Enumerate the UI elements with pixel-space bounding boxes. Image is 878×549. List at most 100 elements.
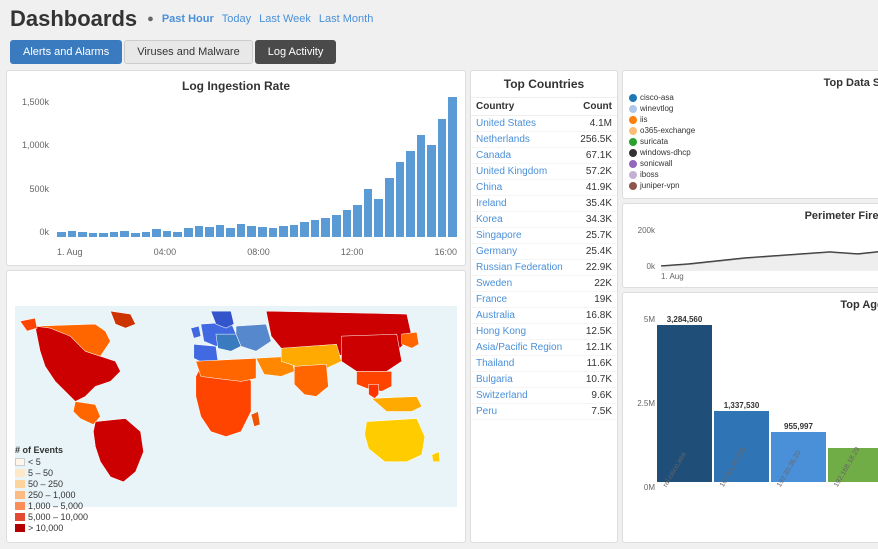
table-row: Hong Kong12.5K	[471, 324, 617, 340]
tab-alerts[interactable]: Alerts and Alarms	[10, 40, 122, 64]
country-name[interactable]: United Kingdom	[471, 164, 573, 180]
agents-y-axis: 5M 2.5M 0M	[629, 315, 655, 492]
country-name[interactable]: Asia/Pacific Region	[471, 340, 573, 356]
country-count: 10.7K	[573, 372, 617, 388]
ds-legend-item: sonicwall	[629, 159, 878, 168]
legend-item: 1,000 – 5,000	[15, 501, 88, 511]
country-name[interactable]: Thailand	[471, 356, 573, 372]
tab-bar: Alerts and Alarms Viruses and Malware Lo…	[0, 38, 878, 66]
log-bar	[332, 215, 341, 237]
country-count: 19K	[573, 292, 617, 308]
log-bar	[89, 233, 98, 237]
legend-title: # of Events	[15, 445, 88, 455]
country-name[interactable]: Singapore	[471, 228, 573, 244]
country-name[interactable]: Peru	[471, 404, 573, 420]
log-bar	[226, 228, 235, 237]
tab-viruses[interactable]: Viruses and Malware	[124, 40, 253, 64]
table-row: China41.9K	[471, 180, 617, 196]
country-count: 34.3K	[573, 212, 617, 228]
log-bar	[195, 226, 204, 237]
col-country: Country	[471, 98, 573, 116]
ds-legend-item: cisco-asa	[629, 93, 878, 102]
country-name[interactable]: Australia	[471, 308, 573, 324]
country-name[interactable]: Sweden	[471, 276, 573, 292]
log-bar	[247, 226, 256, 237]
legend-item: < 5	[15, 457, 88, 467]
country-name[interactable]: Ireland	[471, 196, 573, 212]
log-bar	[300, 222, 309, 237]
country-count: 22K	[573, 276, 617, 292]
ds-legend-item: o365-exchange	[629, 126, 878, 135]
log-bar	[78, 232, 87, 237]
table-row: United Kingdom57.2K	[471, 164, 617, 180]
table-row: Thailand11.6K	[471, 356, 617, 372]
tab-log-activity[interactable]: Log Activity	[255, 40, 337, 64]
log-bar	[396, 162, 405, 237]
agent-bar-group: 1,337,53010.354.46.235	[714, 315, 769, 492]
country-name[interactable]: France	[471, 292, 573, 308]
country-count: 25.4K	[573, 244, 617, 260]
log-bar	[57, 232, 66, 237]
ds-legend: cisco-asawinevtlogiiso365-exchangesurica…	[629, 93, 878, 192]
country-count: 25.7K	[573, 228, 617, 244]
agents-title: Top Agents	[629, 299, 878, 311]
log-bar	[311, 220, 320, 237]
legend-item: > 10,000	[15, 523, 88, 533]
table-row: Australia16.8K	[471, 308, 617, 324]
time-past-hour[interactable]: Past Hour	[162, 13, 214, 25]
country-count: 67.1K	[573, 148, 617, 164]
country-name[interactable]: Korea	[471, 212, 573, 228]
table-row: Bulgaria10.7K	[471, 372, 617, 388]
country-name[interactable]: China	[471, 180, 573, 196]
table-row: Russian Federation22.9K	[471, 260, 617, 276]
ds-legend-item: suricata	[629, 137, 878, 146]
ds-legend-item: iboss	[629, 170, 878, 179]
log-bar	[258, 227, 267, 237]
country-name[interactable]: Switzerland	[471, 388, 573, 404]
log-chart-title: Log Ingestion Rate	[15, 79, 457, 93]
log-bar	[142, 232, 151, 237]
country-name[interactable]: Netherlands	[471, 132, 573, 148]
agent-bar-group: 955,997192.30.35.20	[771, 315, 826, 492]
log-bar	[237, 224, 246, 237]
time-last-week[interactable]: Last Week	[259, 13, 311, 25]
country-name[interactable]: Hong Kong	[471, 324, 573, 340]
agent-value: 3,284,560	[667, 315, 703, 324]
log-bar	[152, 229, 161, 237]
log-bar	[448, 97, 457, 237]
firewall-title: Perimeter Firewall Traffic	[629, 210, 878, 222]
country-count: 35.4K	[573, 196, 617, 212]
country-name[interactable]: United States	[471, 116, 573, 132]
top-countries-col: Top Countries Country Count United State…	[470, 70, 618, 543]
log-bar	[321, 218, 330, 237]
country-count: 4.1M	[573, 116, 617, 132]
log-bar	[163, 231, 172, 237]
ds-legend-item: windows-dhcp	[629, 148, 878, 157]
time-last-month[interactable]: Last Month	[319, 13, 373, 25]
log-bar	[216, 225, 225, 237]
log-bar	[290, 225, 299, 237]
time-filter: ● Past Hour Today Last Week Last Month	[147, 13, 373, 25]
col-count: Count	[573, 98, 617, 116]
log-bar	[427, 145, 436, 237]
country-name[interactable]: Canada	[471, 148, 573, 164]
data-sources-panel: Top Data Sources cisco-asawinevtlogiiso3…	[622, 70, 878, 199]
log-x-axis: 1. Aug 04:00 08:00 12:00 16:00	[57, 247, 457, 257]
fw-y-axis: 200k 0k	[629, 226, 657, 271]
country-count: 57.2K	[573, 164, 617, 180]
log-chart: 1,500k 1,000k 500k 0k 1. Aug 04:00 08:00…	[15, 97, 457, 257]
ds-legend-item: iis	[629, 115, 878, 124]
agents-chart-container: 5M 2.5M 0M 3,284,560ral.cisco.asa1,337,5…	[629, 315, 878, 532]
country-name[interactable]: Germany	[471, 244, 573, 260]
country-count: 7.5K	[573, 404, 617, 420]
agent-value: 955,997	[784, 422, 813, 431]
country-name[interactable]: Bulgaria	[471, 372, 573, 388]
ds-legend-item: juniper-vpn	[629, 181, 878, 190]
country-name[interactable]: Russian Federation	[471, 260, 573, 276]
table-row: United States4.1M	[471, 116, 617, 132]
log-bar	[406, 151, 415, 237]
firewall-panel: Perimeter Firewall Traffic 200k 0k 1. Au…	[622, 203, 878, 288]
world-map-panel: # of Events < 5 5 – 50 50 – 250 250 – 1,…	[6, 270, 466, 543]
time-today[interactable]: Today	[222, 13, 251, 25]
fw-x-axis: 1. Aug 12:00	[661, 272, 878, 281]
